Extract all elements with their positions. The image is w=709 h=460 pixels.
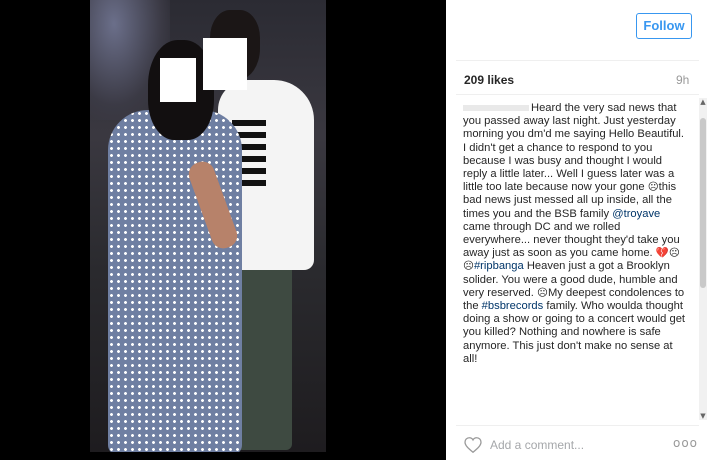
scroll-down-icon[interactable]: ▼ xyxy=(699,412,707,420)
heart-icon[interactable] xyxy=(464,437,482,453)
caption-text: Heard the very sad news that you passed … xyxy=(463,102,685,194)
likes-count[interactable]: 209 likes xyxy=(464,73,514,87)
sad-face-icon: ☹ xyxy=(537,286,548,299)
header-divider xyxy=(456,60,699,61)
meta-divider xyxy=(456,94,699,95)
hashtag-link[interactable]: #ripbanga xyxy=(474,260,524,272)
face-censor-box xyxy=(160,58,196,102)
follow-button[interactable]: Follow xyxy=(636,13,692,39)
photo-pane xyxy=(0,0,446,460)
more-options-icon[interactable]: ooo xyxy=(673,436,698,450)
woman-dress xyxy=(108,110,242,452)
sad-face-icon: ☹ xyxy=(647,181,659,194)
post-photo[interactable] xyxy=(90,0,326,452)
caption-username-blurred[interactable] xyxy=(463,105,529,112)
face-censor-box xyxy=(203,38,247,90)
comment-input[interactable] xyxy=(490,436,640,454)
scroll-thumb[interactable] xyxy=(700,118,706,288)
hashtag-link[interactable]: #bsbrecords xyxy=(482,300,544,312)
scroll-up-icon[interactable]: ▲ xyxy=(699,98,707,106)
footer-divider xyxy=(456,425,699,426)
caption-text: came through DC and we rolled everywhere… xyxy=(463,220,680,260)
post-caption: Heard the very sad news that you passed … xyxy=(463,102,689,420)
post-time[interactable]: 9h xyxy=(676,73,689,87)
post-sidebar: Follow 209 likes 9h Heard the very sad n… xyxy=(446,0,709,460)
mention-link[interactable]: @troyave xyxy=(612,208,660,220)
caption-scrollbar[interactable]: ▲ ▼ xyxy=(699,98,707,420)
